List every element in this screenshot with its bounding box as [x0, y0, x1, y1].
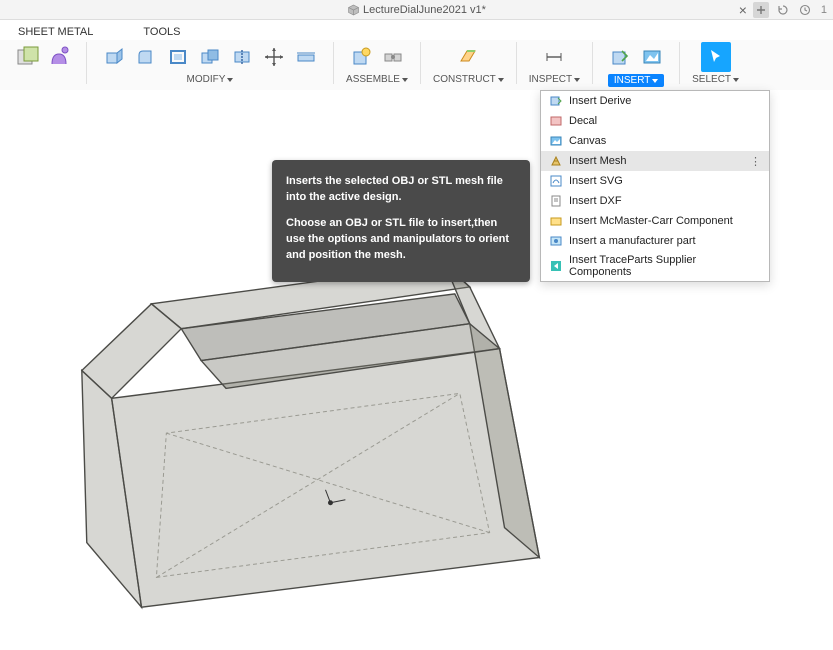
press-pull-icon[interactable]: [99, 42, 129, 72]
new-tab-icon[interactable]: [753, 2, 769, 18]
modify-label-text: MODIFY: [187, 74, 226, 85]
menu-tools[interactable]: TOOLS: [143, 26, 180, 38]
tooltip-line1: Inserts the selected OBJ or STL mesh fil…: [286, 174, 516, 206]
tform-icon[interactable]: [44, 42, 74, 72]
align-icon[interactable]: [291, 42, 321, 72]
tooltip-insert-mesh: Inserts the selected OBJ or STL mesh fil…: [272, 160, 530, 282]
dxf-icon: [549, 194, 563, 208]
insert-label[interactable]: INSERT: [608, 74, 665, 87]
separator: [86, 42, 87, 84]
document-title-wrap: LectureDialJune2021 v1*: [347, 4, 486, 16]
chevron-down-icon: [574, 78, 580, 82]
dd-insert-derive[interactable]: Insert Derive: [541, 91, 769, 111]
fillet-icon[interactable]: [131, 42, 161, 72]
dd-insert-dxf[interactable]: Insert DXF: [541, 191, 769, 211]
chevron-down-icon: [498, 78, 504, 82]
select-icon[interactable]: [701, 42, 731, 72]
dd-mcmaster[interactable]: Insert McMaster-Carr Component: [541, 211, 769, 231]
insert-dropdown[interactable]: Insert Derive Decal Canvas Insert Mesh I…: [540, 90, 770, 282]
title-bar-controls: × 1: [739, 2, 827, 18]
dd-label: Decal: [569, 115, 597, 127]
clock-badge: 1: [819, 4, 827, 16]
manufacturer-icon: [549, 234, 563, 248]
measure-icon[interactable]: [539, 42, 569, 72]
close-icon[interactable]: ×: [739, 2, 747, 18]
group-sheet-metal: [8, 42, 78, 72]
insert-label-text: INSERT: [614, 75, 651, 86]
dd-label: Insert DXF: [569, 195, 622, 207]
select-label-text: SELECT: [692, 74, 731, 85]
move-icon[interactable]: [259, 42, 289, 72]
group-insert: INSERT: [601, 42, 671, 87]
clock-icon[interactable]: [797, 2, 813, 18]
dd-label: Insert TraceParts Supplier Components: [569, 254, 761, 278]
traceparts-icon: [549, 259, 563, 273]
svg-icon: [549, 174, 563, 188]
construct-label[interactable]: CONSTRUCT: [433, 74, 504, 85]
dd-label: Canvas: [569, 135, 606, 147]
separator: [420, 42, 421, 84]
group-construct: CONSTRUCT: [429, 42, 508, 85]
separator: [516, 42, 517, 84]
tab-labels: SHEET METAL TOOLS: [0, 20, 833, 40]
construct-label-text: CONSTRUCT: [433, 74, 496, 85]
ribbon-toolbar: MODIFY ASSEMBLE CONSTRUCT INSPE: [0, 40, 833, 92]
split-icon[interactable]: [227, 42, 257, 72]
flange-icon[interactable]: [12, 42, 42, 72]
dd-label: Insert McMaster-Carr Component: [569, 215, 733, 227]
dd-insert-mesh[interactable]: Insert Mesh: [541, 151, 769, 171]
group-select: SELECT: [688, 42, 743, 85]
assemble-label[interactable]: ASSEMBLE: [346, 74, 408, 85]
separator: [333, 42, 334, 84]
dd-label: Insert Derive: [569, 95, 631, 107]
dd-insert-svg[interactable]: Insert SVG: [541, 171, 769, 191]
document-title: LectureDialJune2021 v1*: [363, 4, 486, 16]
dd-label: Insert a manufacturer part: [569, 235, 696, 247]
inspect-label[interactable]: INSPECT: [529, 74, 580, 85]
group-assemble: ASSEMBLE: [342, 42, 412, 85]
chevron-down-icon: [733, 78, 739, 82]
menu-sheet-metal[interactable]: SHEET METAL: [18, 26, 93, 38]
mesh-icon: [549, 154, 563, 168]
select-label[interactable]: SELECT: [692, 74, 739, 85]
dd-manufacturer-part[interactable]: Insert a manufacturer part: [541, 231, 769, 251]
separator: [679, 42, 680, 84]
combine-icon[interactable]: [195, 42, 225, 72]
assemble-label-text: ASSEMBLE: [346, 74, 400, 85]
chevron-down-icon: [652, 79, 658, 83]
chevron-down-icon: [227, 78, 233, 82]
dd-traceparts[interactable]: Insert TraceParts Supplier Components: [541, 251, 769, 281]
joint-icon[interactable]: [378, 42, 408, 72]
dd-decal[interactable]: Decal: [541, 111, 769, 131]
separator: [592, 42, 593, 84]
group-modify: MODIFY: [95, 42, 325, 85]
insert-canvas-icon[interactable]: [637, 42, 667, 72]
shell-icon[interactable]: [163, 42, 193, 72]
dd-canvas[interactable]: Canvas: [541, 131, 769, 151]
inspect-label-text: INSPECT: [529, 74, 572, 85]
new-component-icon[interactable]: [346, 42, 376, 72]
modify-label[interactable]: MODIFY: [187, 74, 234, 85]
insert-derive-icon[interactable]: [605, 42, 635, 72]
chevron-down-icon: [402, 78, 408, 82]
refresh-icon[interactable]: [775, 2, 791, 18]
plane-icon[interactable]: [453, 42, 483, 72]
canvas-icon: [549, 134, 563, 148]
title-bar: LectureDialJune2021 v1* × 1: [0, 0, 833, 20]
tooltip-line2: Choose an OBJ or STL file to insert,then…: [286, 216, 516, 264]
group-inspect: INSPECT: [525, 42, 584, 85]
dd-label: Insert Mesh: [569, 155, 626, 167]
derive-icon: [549, 94, 563, 108]
dd-label: Insert SVG: [569, 175, 623, 187]
decal-icon: [549, 114, 563, 128]
document-cube-icon: [347, 4, 359, 16]
mcmaster-icon: [549, 214, 563, 228]
